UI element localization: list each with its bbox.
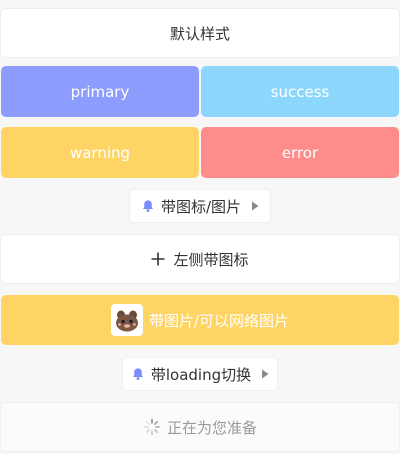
success-button[interactable]: success: [201, 66, 399, 117]
arrow-right-icon: [262, 369, 269, 379]
loading-label: 正在为您准备: [166, 418, 257, 437]
plus-icon: [151, 252, 165, 266]
error-label: error: [281, 143, 319, 162]
network-image-label: 带图片/可以网络图片: [148, 311, 290, 330]
default-style-label: 默认样式: [169, 24, 230, 43]
loading-button[interactable]: 正在为您准备: [0, 402, 400, 452]
loading-toggle-label: 带loading切换: [150, 365, 252, 384]
primary-label: primary: [70, 82, 130, 101]
left-icon-button[interactable]: 左侧带图标: [0, 234, 400, 284]
left-icon-label: 左侧带图标: [173, 250, 249, 269]
icon-image-button[interactable]: 带图标/图片: [129, 189, 271, 223]
bell-icon: [142, 200, 153, 212]
primary-button[interactable]: primary: [1, 66, 199, 117]
warning-button[interactable]: warning: [1, 127, 199, 178]
arrow-right-icon: [252, 201, 259, 211]
icon-image-label: 带图标/图片: [160, 197, 242, 216]
cartoon-avatar-icon: [110, 304, 143, 336]
button-demo-page: 默认样式 primary success warning error 带图标/图…: [0, 0, 400, 454]
loading-spinner-icon: [143, 418, 161, 436]
default-style-button[interactable]: 默认样式: [0, 8, 400, 58]
bell-icon: [132, 368, 143, 380]
loading-toggle-button[interactable]: 带loading切换: [122, 357, 278, 391]
error-button[interactable]: error: [201, 127, 399, 178]
success-label: success: [270, 82, 330, 101]
warning-label: warning: [69, 143, 131, 162]
network-image-button[interactable]: 带图片/可以网络图片: [1, 295, 399, 345]
